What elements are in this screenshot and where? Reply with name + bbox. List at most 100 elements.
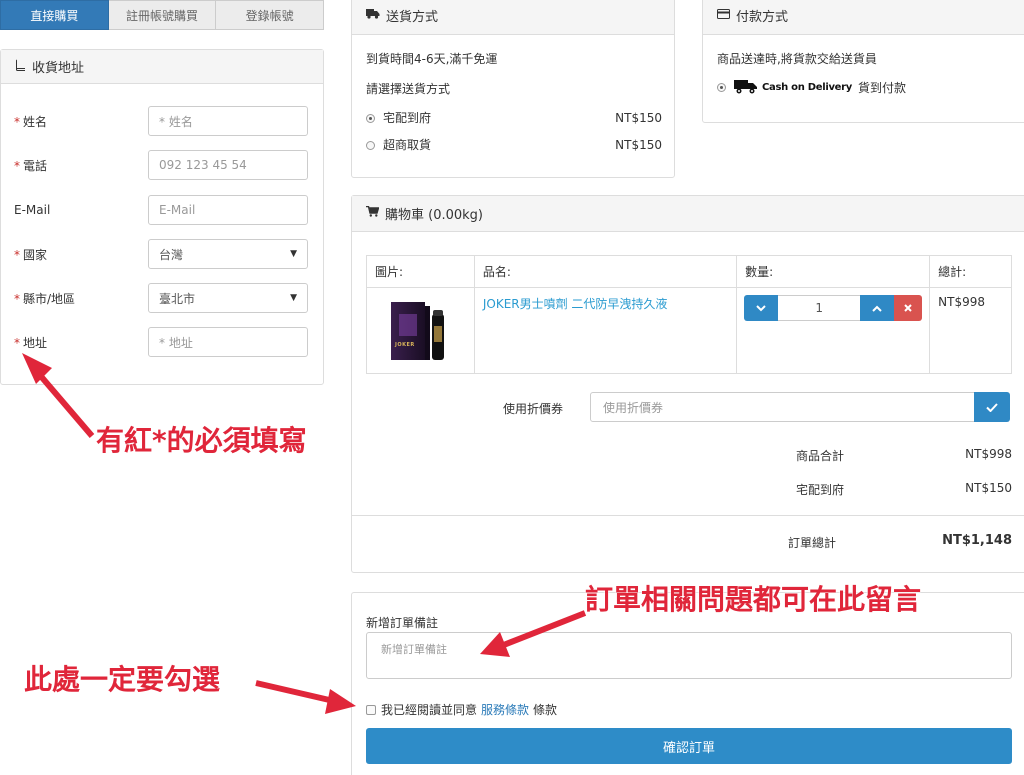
country-select[interactable]: 台灣 ▼ — [148, 239, 308, 269]
shipping-option-store[interactable]: 超商取貨 NT$150 — [366, 136, 662, 153]
grand-total-label: 訂單總計 — [788, 536, 837, 550]
annotation-required: 有紅*的必須填寫 — [96, 424, 307, 457]
required-mark: * — [14, 335, 20, 350]
phone-input[interactable]: 092 123 45 54 — [148, 150, 308, 180]
tab-register-buy[interactable]: 註冊帳號購買 — [108, 0, 217, 30]
annotation-notes: 訂單相關問題都可在此留言 — [585, 583, 922, 616]
cart-header-row: 圖片: 品名: 數量: 總計: — [366, 255, 1012, 288]
payment-note: 商品送達時,將貨款交給送貨員 — [717, 52, 877, 66]
name-row: * 姓名 * 姓名 — [14, 106, 310, 136]
product-name-link[interactable]: JOKER男士噴劑 二代防早洩持久液 — [483, 297, 668, 311]
name-label: 姓名 — [23, 114, 48, 129]
coupon-input[interactable]: 使用折價券 — [590, 392, 975, 422]
shipping-option-label: 宅配到府 — [383, 111, 432, 125]
terms-text-before: 我已經閱讀並同意 — [381, 703, 478, 717]
cod-truck-icon — [734, 78, 758, 97]
header-name: 品名: — [473, 255, 738, 288]
book-icon — [15, 58, 26, 75]
shipping-panel-title: 送貨方式 — [386, 10, 439, 25]
grand-total-value: NT$1,148 — [942, 533, 1012, 548]
shipping-panel-header: 送貨方式 — [352, 0, 674, 35]
cart-table: 圖片: 品名: 數量: 總計: JOKER JOKER男士噴劑 二代防早洩持久液… — [366, 255, 1012, 374]
phone-label: 電話 — [23, 158, 48, 173]
apply-coupon-button[interactable] — [974, 392, 1010, 422]
header-image: 圖片: — [366, 255, 475, 288]
country-value: 台灣 — [159, 247, 184, 262]
quantity-stepper: 1 — [744, 295, 923, 321]
caret-down-icon: ▼ — [290, 293, 297, 303]
required-mark: * — [14, 247, 20, 262]
cart-panel-header: 購物車 (0.00kg) — [352, 196, 1024, 232]
payment-panel-header: 付款方式 — [703, 0, 1024, 35]
required-mark: * — [14, 291, 20, 306]
city-value: 臺北市 — [159, 291, 196, 306]
credit-card-icon — [717, 8, 730, 23]
shipping-prompt: 請選擇送貨方式 — [366, 82, 451, 96]
product-image-cell: JOKER — [366, 287, 475, 374]
radio-selected[interactable] — [717, 83, 726, 92]
chevron-up-icon — [872, 305, 882, 312]
order-notes-textarea[interactable]: 新增訂單備註 — [366, 632, 1012, 679]
country-label: 國家 — [23, 247, 48, 262]
shipping-fee-value: NT$150 — [965, 481, 1012, 495]
shipping-option-price: NT$150 — [615, 110, 662, 125]
payment-option-cod[interactable]: Cash on Delivery 貨到付款 — [717, 78, 906, 97]
address-input[interactable]: * 地址 — [148, 327, 308, 357]
payment-panel-title: 付款方式 — [736, 10, 789, 25]
close-icon — [904, 304, 912, 312]
remove-item-button[interactable] — [894, 295, 923, 321]
increase-qty-button[interactable] — [860, 295, 895, 321]
truck-icon — [366, 8, 380, 23]
address-panel-title: 收貨地址 — [32, 61, 85, 76]
required-mark: * — [14, 114, 20, 129]
checkout-tabs: 直接購買 註冊帳號購買 登錄帳號 — [0, 0, 325, 30]
city-select[interactable]: 臺北市 ▼ — [148, 283, 308, 313]
check-icon — [986, 402, 998, 412]
shipping-option-home[interactable]: 宅配到府 NT$150 — [366, 109, 662, 126]
confirm-order-button[interactable]: 確認訂單 — [366, 728, 1012, 764]
email-input[interactable]: E-Mail — [148, 195, 308, 225]
qty-input[interactable]: 1 — [778, 295, 861, 321]
summary-divider — [352, 515, 1024, 516]
header-qty: 數量: — [736, 255, 931, 288]
email-label: E-Mail — [14, 203, 51, 217]
address-panel-header: 收貨地址 — [1, 50, 323, 84]
address-row: * 地址 * 地址 — [14, 327, 310, 357]
annotation-checkbox: 此處一定要勾選 — [24, 663, 221, 696]
city-row: * 縣市/地區 臺北市 ▼ — [14, 283, 310, 313]
product-image: JOKER — [387, 298, 447, 364]
terms-checkbox[interactable] — [366, 704, 376, 715]
country-row: * 國家 台灣 ▼ — [14, 239, 310, 269]
cod-logo-text: Cash on Delivery — [762, 82, 852, 93]
city-label: 縣市/地區 — [23, 291, 76, 306]
shipping-note: 到貨時間4-6天,滿千免運 — [366, 52, 498, 66]
subtotal-label: 商品合計 — [796, 449, 845, 463]
cart-panel-title: 購物車 (0.00kg) — [385, 208, 484, 223]
notes-label: 新增訂單備註 — [366, 616, 439, 630]
product-box-label: JOKER — [395, 342, 415, 348]
radio-unselected[interactable] — [366, 141, 375, 150]
cart-panel: 購物車 (0.00kg) — [351, 195, 1024, 573]
tab-direct-buy[interactable]: 直接購買 — [0, 0, 109, 30]
decrease-qty-button[interactable] — [744, 295, 779, 321]
shipping-option-label: 超商取貨 — [383, 138, 432, 152]
radio-selected[interactable] — [366, 114, 375, 123]
shopping-cart-icon — [366, 205, 380, 221]
chevron-down-icon — [756, 304, 766, 311]
phone-row: * 電話 092 123 45 54 — [14, 150, 310, 180]
caret-down-icon: ▼ — [290, 249, 297, 259]
header-total: 總計: — [929, 255, 1012, 288]
table-row: JOKER JOKER男士噴劑 二代防早洩持久液 1 NT$998 — [366, 287, 1012, 374]
cod-option-label: 貨到付款 — [858, 81, 907, 95]
terms-link[interactable]: 服務條款 — [481, 701, 529, 718]
address-label: 地址 — [23, 335, 48, 350]
tab-login[interactable]: 登錄帳號 — [216, 0, 325, 30]
email-row: E-Mail E-Mail — [14, 195, 310, 225]
product-name-cell: JOKER男士噴劑 二代防早洩持久液 — [473, 287, 738, 374]
terms-text-after: 條款 — [533, 703, 558, 717]
coupon-label: 使用折價券 — [503, 402, 564, 416]
shipping-option-price: NT$150 — [615, 137, 662, 152]
name-input[interactable]: * 姓名 — [148, 106, 308, 136]
subtotal-value: NT$998 — [965, 447, 1012, 461]
product-qty-cell: 1 — [736, 287, 931, 374]
